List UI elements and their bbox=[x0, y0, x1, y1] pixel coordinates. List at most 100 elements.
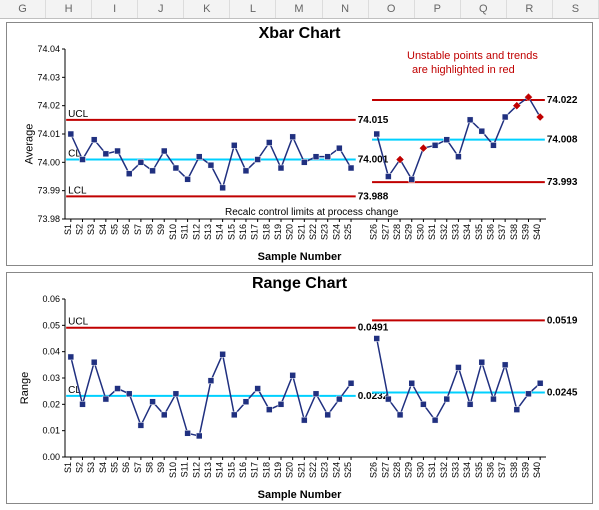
svg-text:0.05: 0.05 bbox=[42, 320, 60, 330]
svg-text:S28: S28 bbox=[392, 224, 402, 240]
svg-text:S3: S3 bbox=[86, 224, 96, 235]
svg-text:S37: S37 bbox=[497, 224, 507, 240]
svg-text:S33: S33 bbox=[450, 224, 460, 240]
svg-text:S23: S23 bbox=[320, 224, 330, 240]
svg-text:S35: S35 bbox=[474, 224, 484, 240]
svg-text:S17: S17 bbox=[250, 462, 260, 478]
col-header-P: P bbox=[415, 0, 461, 18]
xbar-plot: 73.9873.9974.0074.0174.0274.0374.04S1S2S… bbox=[7, 23, 592, 265]
svg-text:S15: S15 bbox=[226, 224, 236, 240]
col-header-O: O bbox=[369, 0, 415, 18]
svg-text:0.0519: 0.0519 bbox=[547, 315, 578, 326]
svg-text:S27: S27 bbox=[380, 224, 390, 240]
svg-text:S21: S21 bbox=[296, 462, 306, 478]
svg-text:S9: S9 bbox=[156, 224, 166, 235]
svg-text:0.04: 0.04 bbox=[42, 347, 60, 357]
svg-text:S14: S14 bbox=[215, 224, 225, 240]
svg-text:S17: S17 bbox=[250, 224, 260, 240]
svg-text:73.99: 73.99 bbox=[37, 186, 60, 196]
svg-text:S37: S37 bbox=[497, 462, 507, 478]
spreadsheet-column-headers: GHIJKLMNOPQRS bbox=[0, 0, 599, 19]
svg-text:S25: S25 bbox=[343, 224, 353, 240]
svg-text:S36: S36 bbox=[485, 462, 495, 478]
col-header-N: N bbox=[323, 0, 369, 18]
svg-text:are highlighted in red: are highlighted in red bbox=[412, 64, 515, 76]
svg-text:S12: S12 bbox=[191, 224, 201, 240]
svg-text:Recalc control limits at proce: Recalc control limits at process change bbox=[225, 207, 399, 218]
svg-text:S8: S8 bbox=[145, 224, 155, 235]
svg-text:S10: S10 bbox=[168, 462, 178, 478]
svg-text:S31: S31 bbox=[427, 462, 437, 478]
svg-text:S16: S16 bbox=[238, 224, 248, 240]
svg-text:Unstable points and trends: Unstable points and trends bbox=[407, 50, 538, 62]
svg-text:S9: S9 bbox=[156, 462, 166, 473]
svg-text:S39: S39 bbox=[520, 224, 530, 240]
svg-text:74.02: 74.02 bbox=[37, 101, 60, 111]
col-header-G: G bbox=[0, 0, 46, 18]
svg-text:0.03: 0.03 bbox=[42, 373, 60, 383]
svg-text:S14: S14 bbox=[215, 462, 225, 478]
svg-text:S29: S29 bbox=[404, 224, 414, 240]
svg-text:S1: S1 bbox=[63, 224, 73, 235]
svg-text:S5: S5 bbox=[110, 224, 120, 235]
col-header-I: I bbox=[92, 0, 138, 18]
svg-text:S26: S26 bbox=[369, 462, 379, 478]
svg-text:S11: S11 bbox=[180, 224, 190, 239]
svg-text:UCL: UCL bbox=[68, 109, 88, 120]
svg-text:0.0491: 0.0491 bbox=[358, 323, 389, 334]
svg-text:74.022: 74.022 bbox=[547, 95, 578, 106]
svg-text:0.01: 0.01 bbox=[42, 426, 60, 436]
svg-text:S28: S28 bbox=[392, 462, 402, 478]
range-chart: Range Chart Range Sample Number 0.000.01… bbox=[6, 272, 593, 504]
svg-text:S38: S38 bbox=[509, 224, 519, 240]
svg-text:S32: S32 bbox=[439, 224, 449, 240]
svg-text:73.988: 73.988 bbox=[358, 191, 389, 202]
col-header-R: R bbox=[507, 0, 553, 18]
svg-text:S8: S8 bbox=[145, 462, 155, 473]
svg-text:S21: S21 bbox=[296, 224, 306, 240]
svg-text:S3: S3 bbox=[86, 462, 96, 473]
svg-text:S34: S34 bbox=[462, 224, 472, 240]
svg-text:S20: S20 bbox=[285, 224, 295, 240]
svg-text:74.04: 74.04 bbox=[37, 44, 60, 54]
col-header-J: J bbox=[138, 0, 184, 18]
svg-text:S36: S36 bbox=[485, 224, 495, 240]
svg-text:S39: S39 bbox=[520, 462, 530, 478]
svg-text:73.993: 73.993 bbox=[547, 177, 578, 188]
svg-text:0.00: 0.00 bbox=[42, 452, 60, 462]
range-plot: 0.000.010.020.030.040.050.06S1S2S3S4S5S6… bbox=[7, 273, 592, 503]
svg-text:S7: S7 bbox=[133, 224, 143, 235]
svg-text:S19: S19 bbox=[273, 462, 283, 478]
svg-text:S13: S13 bbox=[203, 224, 213, 240]
svg-text:S11: S11 bbox=[180, 462, 190, 477]
svg-text:S34: S34 bbox=[462, 462, 472, 478]
svg-text:S13: S13 bbox=[203, 462, 213, 478]
svg-text:S29: S29 bbox=[404, 462, 414, 478]
svg-text:S16: S16 bbox=[238, 462, 248, 478]
svg-text:UCL: UCL bbox=[68, 317, 88, 328]
svg-text:S18: S18 bbox=[261, 224, 271, 240]
svg-text:S30: S30 bbox=[415, 224, 425, 240]
svg-text:S5: S5 bbox=[110, 462, 120, 473]
svg-text:S19: S19 bbox=[273, 224, 283, 240]
svg-text:S6: S6 bbox=[121, 462, 131, 473]
svg-text:S32: S32 bbox=[439, 462, 449, 478]
svg-text:S4: S4 bbox=[98, 462, 108, 473]
svg-text:S7: S7 bbox=[133, 462, 143, 473]
svg-text:S12: S12 bbox=[191, 462, 201, 478]
col-header-S: S bbox=[553, 0, 599, 18]
col-header-H: H bbox=[46, 0, 92, 18]
svg-text:S40: S40 bbox=[532, 462, 542, 478]
xbar-chart: Xbar Chart Average Sample Number 73.9873… bbox=[6, 22, 593, 266]
svg-text:S40: S40 bbox=[532, 224, 542, 240]
svg-text:S24: S24 bbox=[331, 462, 341, 478]
svg-text:74.00: 74.00 bbox=[37, 157, 60, 167]
col-header-L: L bbox=[230, 0, 276, 18]
svg-text:S30: S30 bbox=[415, 462, 425, 478]
svg-text:0.06: 0.06 bbox=[42, 294, 60, 304]
svg-text:S2: S2 bbox=[75, 224, 85, 235]
svg-text:73.98: 73.98 bbox=[37, 214, 60, 224]
svg-text:S10: S10 bbox=[168, 224, 178, 240]
svg-text:74.015: 74.015 bbox=[358, 115, 389, 126]
svg-text:S25: S25 bbox=[343, 462, 353, 478]
